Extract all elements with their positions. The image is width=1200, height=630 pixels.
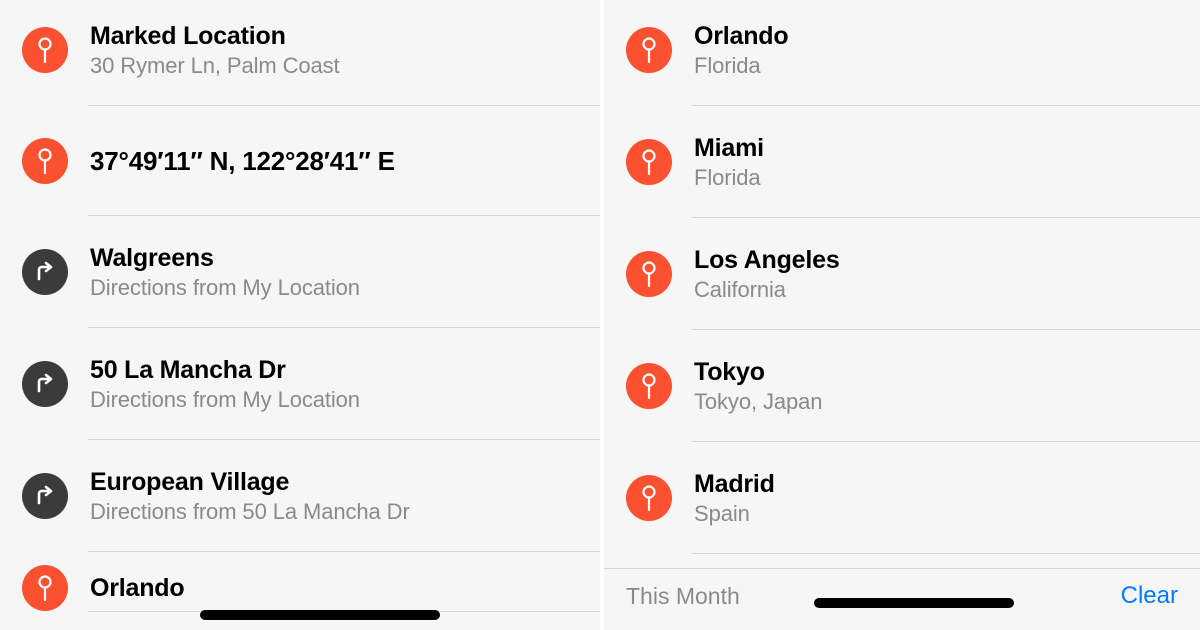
list-item[interactable]: Orlando Florida: [604, 0, 1200, 106]
left-list: Marked Location 30 Rymer Ln, Palm Coast …: [0, 0, 600, 612]
item-subtitle: Florida: [694, 53, 788, 79]
item-title: European Village: [90, 468, 410, 497]
list-item[interactable]: 50 La Mancha Dr Directions from My Locat…: [0, 328, 600, 440]
pin-icon: [626, 27, 672, 73]
list-item[interactable]: 37°49′11″ N, 122°28′41″ E: [0, 106, 600, 216]
pin-icon: [22, 27, 68, 73]
pin-icon: [626, 363, 672, 409]
list-item[interactable]: Walgreens Directions from My Location: [0, 216, 600, 328]
item-subtitle: Directions from My Location: [90, 387, 360, 413]
directions-icon: [22, 361, 68, 407]
left-panel: Marked Location 30 Rymer Ln, Palm Coast …: [0, 0, 600, 630]
item-subtitle: Directions from 50 La Mancha Dr: [90, 499, 410, 525]
item-title: Walgreens: [90, 244, 360, 273]
directions-icon: [22, 473, 68, 519]
pin-icon: [626, 251, 672, 297]
item-title: 37°49′11″ N, 122°28′41″ E: [90, 146, 395, 177]
home-indicator: [200, 610, 440, 620]
item-title: Los Angeles: [694, 246, 840, 275]
item-title: Orlando: [694, 22, 788, 51]
item-subtitle: Tokyo, Japan: [694, 389, 822, 415]
right-panel: Orlando Florida Miami Florida Los Angele…: [600, 0, 1200, 630]
list-item[interactable]: Miami Florida: [604, 106, 1200, 218]
section-header-label: This Month: [626, 583, 740, 610]
pin-icon: [22, 138, 68, 184]
item-title: Marked Location: [90, 22, 340, 51]
list-item[interactable]: Los Angeles California: [604, 218, 1200, 330]
list-item[interactable]: European Village Directions from 50 La M…: [0, 440, 600, 552]
home-indicator: [814, 598, 1014, 608]
item-subtitle: 30 Rymer Ln, Palm Coast: [90, 53, 340, 79]
item-title: Miami: [694, 134, 764, 163]
item-subtitle: Directions from My Location: [90, 275, 360, 301]
item-subtitle: Spain: [694, 501, 775, 527]
item-title: Madrid: [694, 470, 775, 499]
pin-icon: [626, 139, 672, 185]
list-item[interactable]: Orlando: [0, 552, 600, 612]
directions-icon: [22, 249, 68, 295]
list-item[interactable]: Madrid Spain: [604, 442, 1200, 554]
right-list: Orlando Florida Miami Florida Los Angele…: [604, 0, 1200, 554]
list-item[interactable]: Tokyo Tokyo, Japan: [604, 330, 1200, 442]
item-title: Tokyo: [694, 358, 822, 387]
pin-icon: [626, 475, 672, 521]
clear-button[interactable]: Clear: [1121, 582, 1178, 610]
list-item[interactable]: Marked Location 30 Rymer Ln, Palm Coast: [0, 0, 600, 106]
item-subtitle: Florida: [694, 165, 764, 191]
item-title: Orlando: [90, 574, 184, 603]
pin-icon: [22, 565, 68, 611]
item-title: 50 La Mancha Dr: [90, 356, 360, 385]
item-subtitle: California: [694, 277, 840, 303]
